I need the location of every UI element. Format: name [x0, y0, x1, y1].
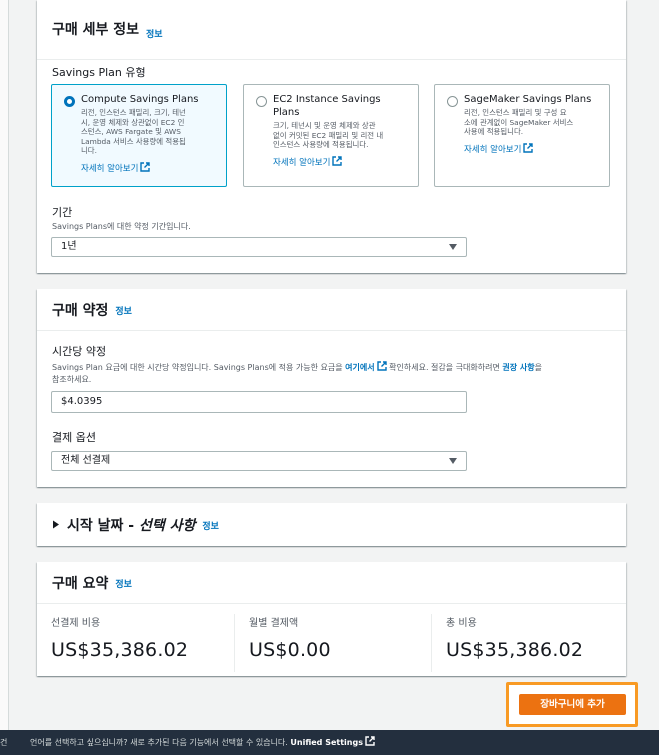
purchase-details-panel: 구매 세부 정보 정보 Savings Plan 유형 Compute Savi… — [37, 0, 626, 273]
start-date-info-link[interactable]: 정보 — [202, 519, 219, 532]
total-cost: 총 비용 US$35,386.02 — [431, 614, 626, 672]
purchase-summary-info-link[interactable]: 정보 — [115, 577, 132, 590]
total-cost-value: US$35,386.02 — [446, 639, 584, 661]
learn-more-link[interactable]: 자세히 알아보기 — [273, 155, 343, 168]
monthly-payment-value: US$0.00 — [249, 639, 331, 661]
external-link-icon — [332, 155, 343, 166]
unified-settings-link[interactable]: Unified Settings — [290, 738, 363, 747]
learn-more-link[interactable]: 자세히 알아보기 — [464, 142, 534, 155]
here-link[interactable]: 여기에서 — [345, 363, 374, 372]
caret-right-icon — [53, 520, 59, 529]
external-link-icon — [365, 736, 375, 746]
recommendations-link[interactable]: 권장 사항 — [502, 363, 534, 372]
purchase-commitment-title: 구매 약정 — [52, 302, 109, 319]
hourly-commitment-description: Savings Plan 요금에 대한 시간당 약정입니다. Savings P… — [52, 361, 542, 384]
external-link-icon — [523, 142, 534, 153]
footer-left-fragment: 건 — [0, 738, 8, 747]
term-select[interactable]: 1년 — [51, 237, 467, 257]
purchase-commitment-info-link[interactable]: 정보 — [115, 304, 132, 317]
purchase-details-title: 구매 세부 정보 — [52, 22, 140, 38]
purchase-commitment-header: 구매 약정 정보 — [37, 289, 626, 331]
card-ec2-instance-savings-plans[interactable]: EC2 Instance Savings Plans 크기, 테넌시 및 운영 … — [243, 84, 419, 187]
purchase-commitment-panel: 구매 약정 정보 시간당 약정 Savings Plan 요금에 대한 시간당 … — [37, 289, 626, 487]
hourly-commitment-label: 시간당 약정 — [52, 345, 107, 358]
external-link-icon — [376, 361, 387, 371]
plan-type-label: Savings Plan 유형 — [52, 66, 146, 79]
start-date-panel[interactable]: 시작 날짜 - 선택 사항 정보 — [37, 503, 626, 546]
monthly-payment: 월별 결제액 US$0.00 — [234, 614, 430, 672]
total-cost-label: 총 비용 — [446, 618, 477, 629]
term-description: Savings Plans에 대한 약정 기간입니다. — [52, 222, 191, 231]
start-date-title: 시작 날짜 - 선택 사항 — [67, 517, 196, 534]
card-title: SageMaker Savings Plans — [464, 94, 592, 105]
caret-down-icon — [449, 244, 457, 250]
learn-more-link[interactable]: 자세히 알아보기 — [81, 161, 151, 174]
upfront-cost-value: US$35,386.02 — [51, 639, 189, 661]
card-description: 리전, 인스턴스 패밀리 및 구성 요 소에 관계없이 SageMaker 서비… — [464, 108, 574, 136]
payment-option-select[interactable]: 전체 선결제 — [51, 451, 467, 471]
footer-bar: 건 언어를 선택하고 싶으십니까? 새로 추가된 다음 기능에서 선택할 수 있… — [0, 730, 659, 755]
caret-down-icon — [449, 458, 457, 464]
card-compute-savings-plans[interactable]: Compute Savings Plans 리전, 인스턴스 패밀리, 크기, … — [51, 84, 227, 187]
start-date-header[interactable]: 시작 날짜 - 선택 사항 정보 — [37, 503, 626, 546]
purchase-details-info-link[interactable]: 정보 — [146, 27, 163, 40]
payment-option-label: 결제 옵션 — [52, 431, 96, 444]
monthly-payment-label: 월별 결제액 — [249, 618, 299, 629]
purchase-summary-panel: 구매 요약 정보 선결제 비용 US$35,386.02 월별 결제액 US$0… — [37, 562, 626, 676]
purchase-details-header: 구매 세부 정보 정보 — [37, 0, 626, 60]
radio-sagemaker[interactable] — [447, 96, 458, 107]
payment-option-value: 전체 선결제 — [61, 455, 111, 466]
left-rail — [0, 0, 9, 730]
card-description: 크기, 테넌시 및 운영 체제와 상관 없이 커밋된 EC2 패밀리 및 리전 … — [273, 121, 384, 149]
purchase-summary-header: 구매 요약 정보 — [37, 562, 626, 604]
card-title: EC2 Instance Savings Plans — [273, 94, 381, 118]
radio-compute[interactable] — [64, 96, 75, 107]
footer-message: 언어를 선택하고 싶으십니까? 새로 추가된 다음 기능에서 선택할 수 있습니… — [30, 730, 375, 755]
upfront-cost-label: 선결제 비용 — [51, 618, 101, 629]
hourly-commitment-input[interactable]: $4.0395 — [51, 391, 467, 413]
purchase-summary-title: 구매 요약 — [52, 575, 109, 592]
card-title: Compute Savings Plans — [81, 94, 199, 105]
upfront-cost: 선결제 비용 US$35,386.02 — [37, 614, 233, 672]
add-to-cart-focus-ring: 장바구니에 추가 — [506, 682, 638, 727]
card-description: 리전, 인스턴스 패밀리, 크기, 테넌 시, 운영 체제와 상관없이 EC2 … — [81, 108, 186, 155]
radio-ec2[interactable] — [256, 96, 267, 107]
add-to-cart-button[interactable]: 장바구니에 추가 — [519, 694, 626, 715]
external-link-icon — [140, 161, 151, 172]
term-select-value: 1년 — [61, 241, 77, 252]
term-label: 기간 — [52, 206, 73, 219]
card-sagemaker-savings-plans[interactable]: SageMaker Savings Plans 리전, 인스턴스 패밀리 및 구… — [434, 84, 610, 187]
